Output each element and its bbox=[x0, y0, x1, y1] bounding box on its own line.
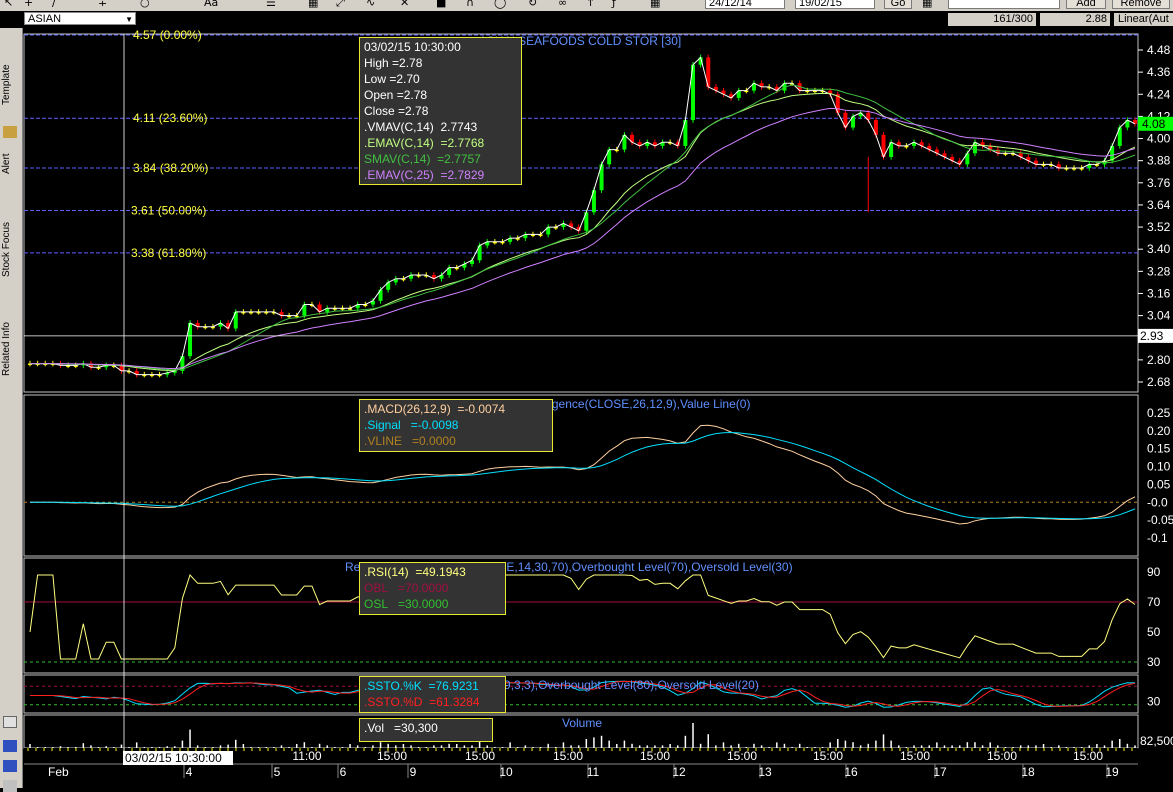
x-time-label: 15:00 bbox=[727, 749, 757, 763]
tooltip-vline: .VLINE =0.0000 bbox=[364, 434, 456, 448]
x-day-label: 17 bbox=[933, 765, 947, 779]
rsi-line: 90 70 50 30 bbox=[24, 565, 1161, 669]
x-time-label: 15:00 bbox=[987, 749, 1017, 763]
tooltip-datetime: 03/02/15 10:30:00 bbox=[364, 40, 461, 54]
price-tooltip: 03/02/15 10:30:00 High =2.78 Low =2.70 O… bbox=[359, 37, 522, 185]
x-time-label: 15:00 bbox=[640, 749, 670, 763]
volume-panel-title: Volume bbox=[562, 716, 602, 730]
fib-label: 3.38 (61.80%) bbox=[131, 246, 206, 260]
rsi-tooltip: .RSI(14) =49.1943 OBL =70.0000 OSL =30.0… bbox=[359, 562, 506, 615]
x-day-label: 12 bbox=[672, 765, 686, 779]
sto-tooltip: .SSTO.%K =76.9231 .SSTO.%D =61.3284 bbox=[359, 676, 506, 713]
x-day-label: 10 bbox=[499, 765, 513, 779]
tooltip-open: Open =2.78 bbox=[364, 88, 428, 102]
tooltip-osl: OSL =30.0000 bbox=[364, 597, 449, 611]
x-day-label: 9 bbox=[410, 765, 417, 779]
price-tick-label: 4.24 bbox=[1147, 87, 1171, 101]
volume-tooltip: .Vol =30,300 bbox=[359, 718, 493, 742]
tooltip-smav14: SMAV(C,14) =2.7757 bbox=[364, 152, 481, 166]
x-axis: 11:00 15:00 15:00 15:00 15:00 15:00 15:00 15:00… bbox=[24, 748, 1138, 779]
macd-tick-label: 0.15 bbox=[1147, 442, 1171, 456]
x-time-label: 15:00 bbox=[1073, 749, 1103, 763]
tooltip-rsi: .RSI(14) =49.1943 bbox=[364, 565, 466, 579]
macd-line bbox=[30, 424, 1136, 525]
price-tick-label: 3.88 bbox=[1147, 154, 1171, 168]
macd-tick-label: -0.1 bbox=[1147, 531, 1168, 545]
rsi-tick-label: 50 bbox=[1147, 625, 1161, 639]
tooltip-sto-d: .SSTO.%D =61.3284 bbox=[364, 695, 480, 709]
panel-frame-macd bbox=[23, 394, 1139, 557]
volume-tick-label: 82,500 bbox=[1140, 734, 1173, 748]
smav14-line bbox=[30, 84, 1136, 371]
price-tick-label: 4.48 bbox=[1147, 43, 1171, 57]
macd-tick-label: 0.10 bbox=[1147, 460, 1171, 474]
rsi-tick-label: 90 bbox=[1147, 565, 1161, 579]
x-time-label: 15:00 bbox=[553, 749, 583, 763]
rsi-line bbox=[29, 574, 1136, 660]
fib-label: 4.11 (23.60%) bbox=[133, 111, 208, 125]
x-time-label: 15:00 bbox=[813, 749, 843, 763]
x-time-label: 15:00 bbox=[377, 749, 407, 763]
macd-tick-label: 0.05 bbox=[1147, 477, 1171, 491]
price-tick-label: 3.04 bbox=[1147, 309, 1171, 323]
fib-label: 3.84 (38.20%) bbox=[133, 161, 208, 175]
x-time-label: 11:00 bbox=[292, 749, 321, 763]
x-time-label: 15:00 bbox=[900, 749, 930, 763]
tooltip-low: Low =2.70 bbox=[364, 72, 420, 86]
macd-tick-label: -0.05 bbox=[1147, 513, 1173, 527]
x-day-label: 18 bbox=[1021, 765, 1035, 779]
macd-tick-label: 0.25 bbox=[1147, 406, 1171, 420]
tooltip-emav14: .EMAV(C,14) =2.7768 bbox=[364, 136, 485, 150]
price-tick-label: 3.76 bbox=[1147, 176, 1171, 190]
price-tick-label: 3.52 bbox=[1147, 220, 1171, 234]
last-value-label: 4.08 bbox=[1142, 117, 1166, 131]
chart-area[interactable]: 4.57 (0.00%) 4.11 (23.60%) 3.84 (38.20%) 3.… bbox=[0, 0, 1173, 788]
x-day-label: 6 bbox=[340, 765, 347, 779]
crosshair-value-label: 2.93 bbox=[1140, 329, 1164, 343]
price-tick-label: 2.80 bbox=[1147, 353, 1171, 367]
tooltip-close: Close =2.78 bbox=[364, 104, 429, 118]
price-tick-label: 2.68 bbox=[1147, 375, 1171, 389]
panel-frame-rsi bbox=[23, 557, 1139, 674]
x-day-label: 16 bbox=[844, 765, 858, 779]
x-month-label: Feb bbox=[48, 765, 69, 779]
macd-lines: 0.25 0.20 0.15 0.10 0.05 -0.0 -0.05 -0.1 bbox=[24, 406, 1173, 545]
emav25-line bbox=[30, 107, 1136, 370]
fib-label: 4.57 (0.00%) bbox=[133, 28, 202, 42]
rsi-tick-label: 70 bbox=[1147, 595, 1161, 609]
tooltip-vol: .Vol =30,300 bbox=[364, 721, 438, 735]
sto-tick-label: 30 bbox=[1147, 695, 1161, 709]
tooltip-obl: OBL =70.0000 bbox=[364, 581, 449, 595]
tooltip-emav25: .EMAV(C,25) =2.7829 bbox=[364, 168, 485, 182]
crosshair-time-label: 03/02/15 10:30:00 bbox=[125, 751, 222, 765]
fib-label: 3.61 (50.00%) bbox=[131, 203, 206, 217]
x-day-label: 19 bbox=[1105, 765, 1119, 779]
tooltip-signal: .Signal =-0.0098 bbox=[364, 418, 459, 432]
x-day-label: 13 bbox=[758, 765, 772, 779]
price-tick-label: 3.16 bbox=[1147, 286, 1171, 300]
rsi-tick-label: 30 bbox=[1147, 655, 1161, 669]
tooltip-vmav: .VMAV(C,14) 2.7743 bbox=[364, 120, 478, 134]
price-tick-label: 3.64 bbox=[1147, 198, 1171, 212]
price-tick-label: 3.28 bbox=[1147, 264, 1171, 278]
macd-tick-label: 0.20 bbox=[1147, 424, 1171, 438]
x-day-label: 4 bbox=[186, 765, 193, 779]
signal-line bbox=[30, 431, 1136, 520]
macd-tooltip: .MACD(26,12,9) =-0.0074 .Signal =-0.0098… bbox=[359, 399, 553, 452]
x-day-label: 5 bbox=[274, 765, 281, 779]
status-bar bbox=[24, 779, 1144, 788]
y-axis-ticks: 4.484.364.244.124.003.883.763.643.523.40… bbox=[1138, 43, 1173, 389]
price-tick-label: 4.36 bbox=[1147, 65, 1171, 79]
emav14-line bbox=[30, 92, 1136, 372]
tooltip-macd: .MACD(26,12,9) =-0.0074 bbox=[364, 402, 506, 416]
macd-tick-label: -0.0 bbox=[1147, 495, 1168, 509]
tooltip-sto-k: .SSTO.%K =76.9231 bbox=[364, 679, 479, 693]
price-tick-label: 3.40 bbox=[1147, 242, 1171, 256]
price-tick-label: 4.00 bbox=[1147, 132, 1171, 146]
x-time-label: 15:00 bbox=[465, 749, 495, 763]
x-day-label: 11 bbox=[587, 765, 600, 779]
tooltip-high: High =2.78 bbox=[364, 56, 423, 70]
